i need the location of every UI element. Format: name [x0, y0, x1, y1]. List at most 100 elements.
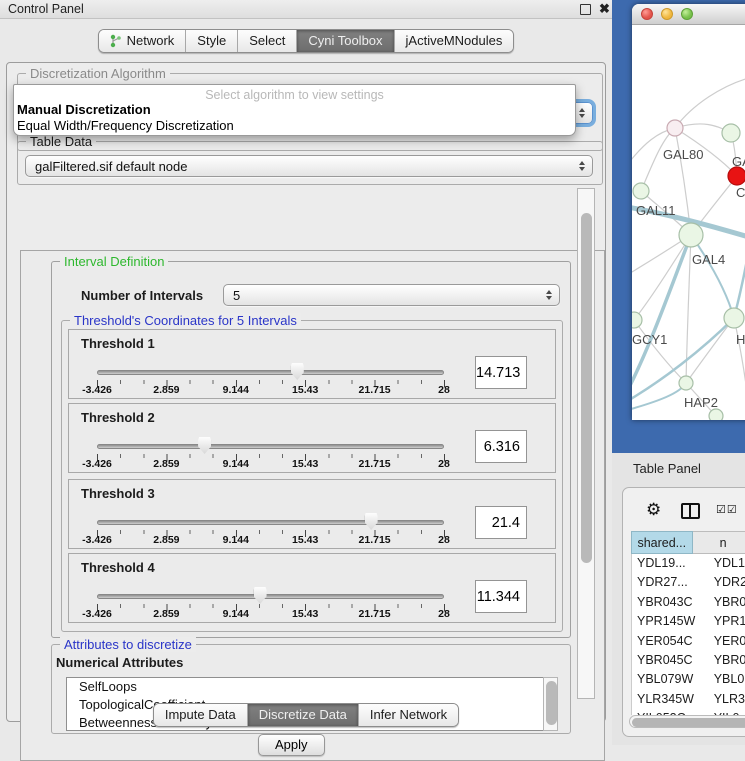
apply-button[interactable]: Apply [258, 734, 325, 756]
node-gal11[interactable] [633, 183, 649, 199]
node-hap2[interactable] [679, 376, 693, 390]
tick-label: 21.715 [359, 384, 391, 396]
tab-network[interactable]: Network [99, 30, 186, 52]
threshold-1-value-field[interactable] [475, 356, 527, 389]
tick-label: 9.144 [223, 458, 249, 470]
tab-select[interactable]: Select [237, 30, 296, 52]
table-row[interactable]: YBR045CYBR0 [632, 651, 745, 670]
threshold-2-slider-handle[interactable] [198, 437, 211, 454]
node-gal4[interactable] [679, 223, 703, 247]
close-icon[interactable]: ✖ [599, 1, 610, 17]
tick-label: -3.426 [82, 608, 112, 620]
table-row[interactable]: YBR043CYBR0 [632, 593, 745, 612]
table-row[interactable]: YDR27...YDR2 [632, 573, 745, 592]
tick-label: 21.715 [359, 534, 391, 546]
threshold-4-slider-track[interactable] [97, 594, 444, 599]
tick-label: 2.859 [153, 458, 179, 470]
close-traffic-light[interactable] [641, 8, 653, 20]
discretization-algorithm-label: Discretization Algorithm [26, 66, 170, 81]
column-header-name[interactable]: n [693, 531, 745, 554]
network-nodes[interactable] [632, 120, 745, 420]
combo-stepper-icon [579, 108, 585, 118]
number-of-intervals-combobox[interactable]: 5 [223, 284, 560, 306]
tab-discretize-data[interactable]: Discretize Data [247, 704, 358, 726]
network-window-frame: GAL80 GA C GAL11 GAL4 GCY1 H HAP2 [612, 0, 745, 453]
node-label-partial: GA [732, 154, 745, 169]
node-selected-red[interactable] [728, 167, 745, 185]
node[interactable] [709, 409, 723, 420]
table-data-group: Table Data galFiltered.sif default node [17, 141, 603, 185]
gear-icon[interactable]: ⚙ [646, 500, 661, 520]
tick-marks [97, 454, 445, 461]
table-row[interactable]: YDL19...YDL1 [632, 554, 745, 573]
tick-label: 28 [438, 608, 450, 620]
tick-label: 2.859 [153, 384, 179, 396]
algorithm-dropdown-popup: Select algorithm to view settings Manual… [13, 84, 576, 136]
node-gal80[interactable] [667, 120, 683, 136]
node-label-gal80: GAL80 [663, 147, 703, 162]
minimize-traffic-light[interactable] [661, 8, 673, 20]
zoom-traffic-light[interactable] [681, 8, 693, 20]
tab-impute-data[interactable]: Impute Data [154, 704, 247, 726]
network-canvas[interactable]: GAL80 GA C GAL11 GAL4 GCY1 H HAP2 [632, 25, 745, 420]
tick-label: 15.43 [292, 384, 318, 396]
tick-label: 21.715 [359, 608, 391, 620]
column-header-shared-name[interactable]: shared... [631, 531, 693, 554]
tick-label: 21.715 [359, 458, 391, 470]
tab-network-label: Network [127, 33, 175, 48]
threshold-3-value-field[interactable] [475, 506, 527, 539]
tick-label: 15.43 [292, 458, 318, 470]
threshold-coordinates-group: Threshold's Coordinates for 5 Intervals … [61, 320, 563, 632]
table-row[interactable]: YLR345WYLR3 [632, 690, 745, 709]
list-item[interactable]: SelfLoops [67, 678, 557, 696]
float-window-icon[interactable] [580, 4, 591, 15]
option-equal-width-frequency[interactable]: Equal Width/Frequency Discretization [14, 118, 575, 134]
threshold-2-value-field[interactable] [475, 430, 527, 463]
threshold-4-box: Threshold 4 -3.426 2.859 9.144 15.43 21.… [68, 553, 556, 623]
threshold-coordinates-label: Threshold's Coordinates for 5 Intervals [70, 313, 301, 328]
tab-cyni-toolbox[interactable]: Cyni Toolbox [296, 30, 393, 52]
node-label-gal4: GAL4 [692, 252, 725, 267]
tab-jactivemnodules[interactable]: jActiveMNodules [394, 30, 514, 52]
cyni-toolbox-panel: Discretization Algorithm Table Data galF… [6, 62, 606, 722]
tick-label: 28 [438, 384, 450, 396]
tick-label: 9.144 [223, 384, 249, 396]
node[interactable] [722, 124, 740, 142]
numerical-attributes-label: Numerical Attributes [56, 655, 183, 670]
tab-style[interactable]: Style [185, 30, 237, 52]
threshold-4-slider-handle[interactable] [254, 587, 267, 604]
settings-scrollbar[interactable] [577, 188, 595, 699]
columns-icon[interactable] [681, 503, 700, 519]
table-body[interactable]: YDL19...YDL1 YDR27...YDR2 YBR043CYBR0 YP… [631, 554, 745, 715]
node[interactable] [724, 308, 744, 328]
table-row[interactable]: YBL079WYBL0 [632, 670, 745, 689]
tick-label: 15.43 [292, 608, 318, 620]
algorithm-popup-hint: Select algorithm to view settings [14, 85, 575, 102]
threshold-3-slider-handle[interactable] [365, 513, 378, 530]
node-gcy1[interactable] [632, 312, 642, 328]
option-manual-discretization[interactable]: Manual Discretization [14, 102, 575, 118]
select-columns-checkboxes-icon[interactable]: ☑☑ [716, 503, 738, 516]
threshold-4-value-field[interactable] [475, 580, 527, 613]
tick-label: 28 [438, 458, 450, 470]
threshold-3-slider-track[interactable] [97, 520, 444, 525]
control-panel-titlebar: Control Panel ✖ [0, 0, 612, 19]
threshold-1-slider-handle[interactable] [291, 363, 304, 380]
threshold-2-slider-track[interactable] [97, 444, 444, 449]
table-horizontal-scrollbar[interactable] [629, 715, 745, 728]
node-label-hap2: HAP2 [684, 395, 718, 410]
threshold-1-box: Threshold 1 -3.426 2.859 9.144 15.43 21.… [68, 329, 556, 399]
table-panel-title: Table Panel [633, 461, 701, 476]
table-data-combobox[interactable]: galFiltered.sif default node [25, 155, 593, 177]
tick-label: 9.144 [223, 608, 249, 620]
tab-infer-network[interactable]: Infer Network [358, 704, 458, 726]
node-label-partial: C [736, 185, 745, 200]
table-row[interactable]: YPR145WYPR1 [632, 612, 745, 631]
table-row[interactable]: YER054CYER0 [632, 632, 745, 651]
network-window-titlebar [632, 4, 745, 25]
table-data-value: galFiltered.sif default node [35, 159, 187, 174]
threshold-2-box: Threshold 2 -3.426 2.859 9.144 15.43 21.… [68, 403, 556, 473]
attributes-group-label: Attributes to discretize [60, 637, 196, 652]
combo-stepper-icon [579, 161, 585, 171]
threshold-1-slider-track[interactable] [97, 370, 444, 375]
